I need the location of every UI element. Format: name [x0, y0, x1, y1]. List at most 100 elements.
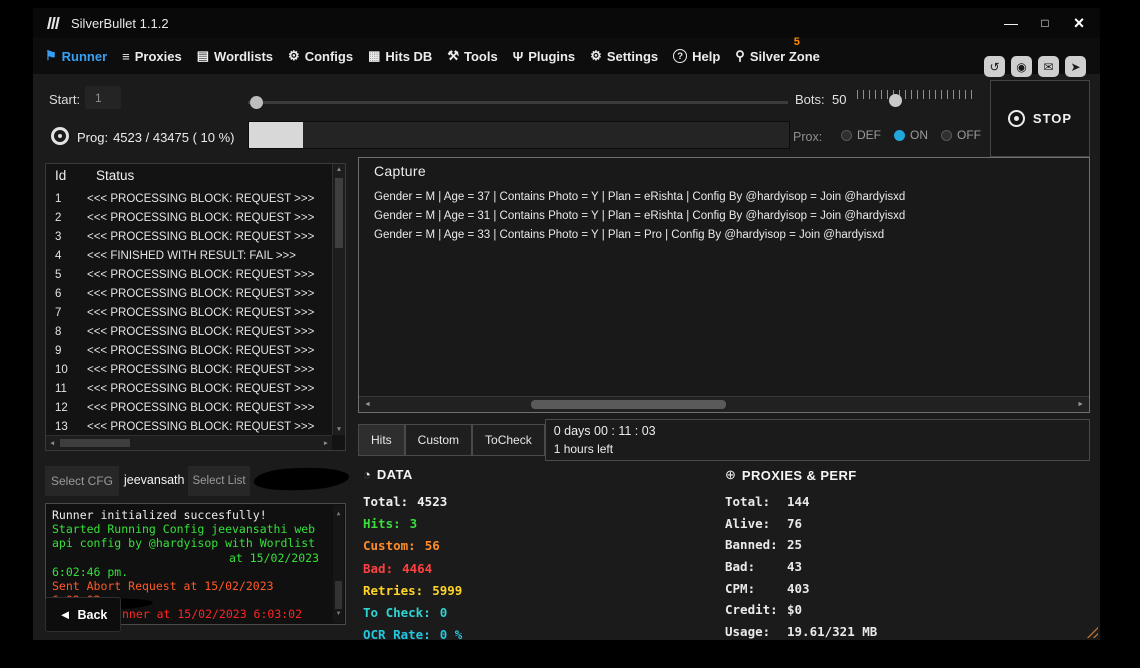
scroll-left-icon[interactable]: ◄ — [364, 401, 371, 408]
table-row: 6<<< PROCESSING BLOCK: REQUEST >>> — [46, 284, 332, 303]
start-position-slider[interactable] — [248, 96, 788, 109]
stat-retries: Retries:5999 — [363, 579, 663, 601]
nav-item-help[interactable]: ? Help — [673, 49, 720, 64]
tab-tocheck[interactable]: ToCheck — [472, 424, 545, 456]
camera-icon[interactable]: ◉ — [1011, 56, 1032, 77]
history-icon[interactable]: ↺ — [984, 56, 1005, 77]
nav-silver-zone-label: Silver Zone — [750, 49, 820, 64]
runner-icon: ⚑ — [45, 48, 57, 64]
stat-custom: Custom:56 — [363, 535, 663, 557]
telegram-icon[interactable]: ➤ — [1065, 56, 1086, 77]
settings-gear-icon: ⚙ — [590, 48, 602, 64]
radio-on-icon — [894, 130, 905, 141]
scrollbar-thumb[interactable] — [335, 581, 342, 609]
column-header-status: Status — [96, 168, 134, 183]
bots-label: Bots: — [795, 92, 825, 107]
stat-bad: Bad:4464 — [363, 557, 663, 579]
progress-value: 4523 / 43475 ( 10 %) — [113, 130, 234, 145]
prox-off-label: OFF — [957, 128, 981, 142]
wordlists-icon: ▤ — [197, 48, 209, 64]
proxies-rows: Total:144 Alive:76 Banned:25 Bad:43 CPM:… — [725, 491, 1005, 642]
prox-on-label: ON — [910, 128, 928, 142]
nav-settings-label: Settings — [607, 49, 658, 64]
nav-item-runner[interactable]: ⚑ Runner — [45, 48, 107, 64]
window-resize-grip[interactable] — [1084, 624, 1098, 638]
scrollbar-thumb[interactable] — [60, 439, 130, 447]
table-row: 8<<< PROCESSING BLOCK: REQUEST >>> — [46, 322, 332, 341]
log-line: 6:02:46 pm. — [52, 565, 331, 579]
data-panel-header: ◔ DATA — [363, 467, 663, 482]
proxies-perf-panel: ⊕ PROXIES & PERF Total:144 Alive:76 Bann… — [725, 467, 1005, 642]
scrollbar-thumb[interactable] — [335, 178, 343, 248]
stop-record-icon — [1008, 110, 1025, 127]
proxy-stat-credit: Credit:$0 — [725, 599, 1005, 621]
nav-item-settings[interactable]: ⚙ Settings — [590, 48, 658, 64]
prox-option-on[interactable]: ON — [894, 128, 928, 142]
capture-title: Capture — [374, 163, 426, 179]
nav-item-tools[interactable]: ⚒ Tools — [447, 48, 497, 64]
scroll-down-icon[interactable]: ▼ — [333, 607, 344, 621]
tab-hits[interactable]: Hits — [358, 424, 405, 456]
back-button[interactable]: ◄ Back — [45, 597, 121, 632]
nav-item-hits-db[interactable]: ▦ Hits DB — [368, 48, 432, 64]
scrollbar-thumb[interactable] — [531, 400, 726, 409]
capture-line: Gender = M | Age = 33 | Contains Photo =… — [374, 226, 1081, 245]
nav-item-plugins[interactable]: Ψ Plugins — [513, 49, 575, 64]
desktop-background: SilverBullet 1.1.2 — □ × ⚑ Runner ≡ Prox… — [0, 0, 1140, 668]
select-cfg-button[interactable]: Select CFG — [45, 466, 119, 496]
radio-def-icon — [841, 130, 852, 141]
table-row: 3<<< PROCESSING BLOCK: REQUEST >>> — [46, 227, 332, 246]
hits-db-icon: ▦ — [368, 48, 380, 64]
nav-item-proxies[interactable]: ≡ Proxies — [122, 49, 182, 64]
scroll-right-icon[interactable]: ► — [1077, 401, 1084, 408]
log-line: Sent Abort Request at 15/02/2023 — [52, 579, 331, 593]
table-row: 11<<< PROCESSING BLOCK: REQUEST >>> — [46, 379, 332, 398]
bots-slider-thumb[interactable] — [889, 94, 902, 107]
prox-label: Prox: — [793, 130, 822, 144]
discord-chat-icon[interactable]: ✉ — [1038, 56, 1059, 77]
table-row: 2<<< PROCESSING BLOCK: REQUEST >>> — [46, 208, 332, 227]
stat-total: Total:4523 — [363, 490, 663, 512]
progress-text: Prog: 4523 / 43475 ( 10 %) — [77, 130, 235, 145]
nav-item-wordlists[interactable]: ▤ Wordlists — [197, 48, 273, 64]
progress-record-icon — [51, 127, 69, 145]
main-nav: ⚑ Runner ≡ Proxies ▤ Wordlists ⚙ Configs… — [33, 38, 1100, 74]
progress-bar-fill — [249, 122, 303, 148]
progress-label: Prog: — [77, 130, 108, 145]
prox-option-def[interactable]: DEF — [841, 128, 881, 142]
proxy-stat-alive: Alive:76 — [725, 513, 1005, 535]
progress-bar — [248, 121, 790, 149]
close-button[interactable]: × — [1070, 13, 1088, 34]
nav-item-silver-zone[interactable]: 5 ⚲ Silver Zone — [735, 48, 820, 64]
silver-zone-badge: 5 — [794, 36, 800, 48]
slider-thumb[interactable] — [250, 96, 263, 109]
bots-slider[interactable] — [857, 90, 975, 108]
nav-configs-label: Configs — [305, 49, 353, 64]
scroll-left-icon[interactable]: ◄ — [49, 440, 55, 447]
scroll-down-icon[interactable]: ▼ — [333, 426, 345, 433]
minimize-button[interactable]: — — [1002, 15, 1020, 31]
proxy-stat-cpm: CPM:403 — [725, 577, 1005, 599]
proxy-stat-usage: Usage:19.61/321 MB — [725, 621, 1005, 643]
prox-def-label: DEF — [857, 128, 881, 142]
stop-button[interactable]: STOP — [990, 80, 1090, 157]
pin-icon: ⚲ — [735, 48, 745, 64]
stat-ocr-rate: OCR Rate:0 % — [363, 624, 663, 646]
start-input[interactable] — [85, 86, 121, 109]
scroll-up-icon[interactable]: ▲ — [333, 166, 345, 173]
select-list-button[interactable]: Select List — [188, 466, 250, 496]
prox-option-off[interactable]: OFF — [941, 128, 981, 142]
maximize-button[interactable]: □ — [1036, 16, 1054, 30]
capture-horizontal-scrollbar[interactable]: ◄ ► — [359, 396, 1089, 412]
capture-panel: Capture Gender = M | Age = 37 | Contains… — [358, 157, 1090, 413]
table-row: 13<<< PROCESSING BLOCK: REQUEST >>> — [46, 417, 332, 435]
tab-custom[interactable]: Custom — [405, 424, 472, 456]
table-vertical-scrollbar[interactable]: ▲ ▼ — [332, 164, 345, 435]
scroll-right-icon[interactable]: ► — [323, 440, 329, 447]
log-scrollbar[interactable]: ▲ ▼ — [333, 505, 344, 623]
gauge-icon: ◔ — [363, 467, 371, 482]
nav-item-configs[interactable]: ⚙ Configs — [288, 48, 353, 64]
table-horizontal-scrollbar[interactable]: ◄ ► — [46, 435, 332, 450]
scroll-up-icon[interactable]: ▲ — [333, 507, 344, 521]
nav-help-label: Help — [692, 49, 720, 64]
